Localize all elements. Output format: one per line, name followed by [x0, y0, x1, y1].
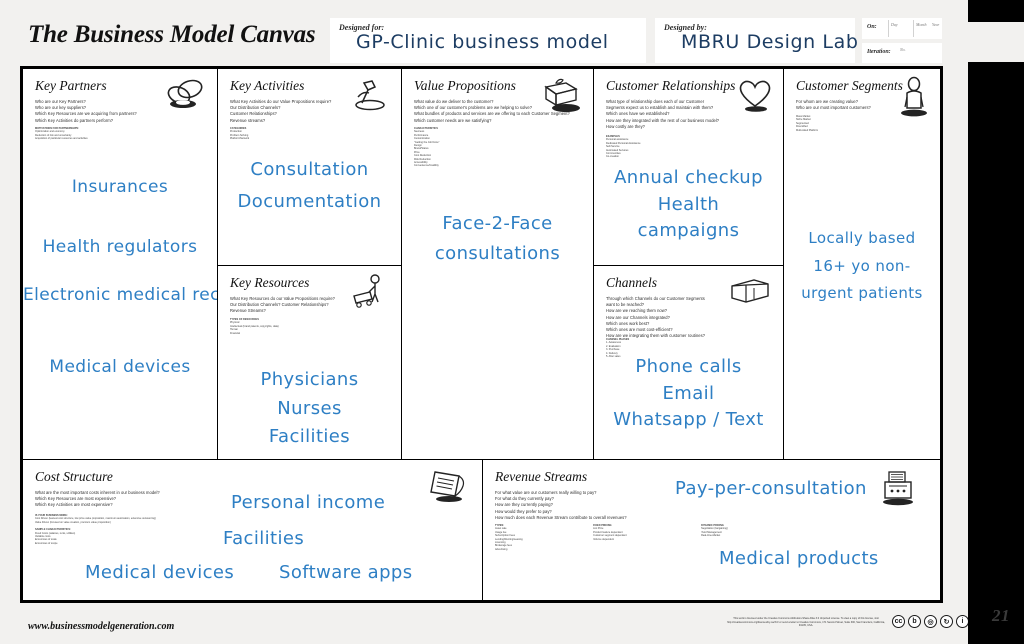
note-key-resources-1[interactable]: Physicians: [218, 369, 401, 390]
footer-url[interactable]: www.businessmodelgeneration.com: [28, 621, 174, 632]
note-channels-3[interactable]: Whatsapp / Text: [594, 409, 783, 430]
on-label: On:: [867, 24, 877, 30]
cell-value-propositions[interactable]: Value Propositions What value do we deli…: [401, 69, 593, 459]
key-activities-fine: CATEGORIES Production Problem Solving Pl…: [230, 127, 390, 141]
on-day-label: Day: [891, 22, 898, 27]
note-customer-relationships-1[interactable]: Annual checkup: [594, 167, 783, 188]
on-year-label: Year: [932, 22, 940, 27]
key-partners-fine-body: Optimization and economy Reduction of ri…: [35, 130, 88, 141]
note-cost-structure-1[interactable]: Personal income: [231, 492, 385, 513]
customer-segments-fine-body: Mass Market Niche Market Segmented Diver…: [796, 115, 819, 132]
customer-relationships-questions: What type of relationship does each of o…: [606, 99, 720, 129]
value-propositions-fine-body: Newness Performance Customization "Getti…: [414, 130, 440, 168]
note-revenue-streams-1[interactable]: Pay-per-consultation: [675, 478, 867, 499]
key-partners-questions: Who are our Key Partners? Who are our ke…: [35, 99, 137, 123]
footer-legal-text: This work is licensed under the Creative…: [727, 617, 885, 628]
cc-nc-icon: ◎: [924, 615, 937, 628]
iteration-box[interactable]: Iteration: No.: [862, 43, 942, 63]
note-cost-structure-4[interactable]: Software apps: [279, 562, 413, 583]
cell-revenue-streams[interactable]: Revenue Streams For what value are our c…: [482, 459, 940, 600]
date-on-box[interactable]: On: Day Month Year: [862, 18, 942, 39]
note-revenue-streams-2[interactable]: Medical products: [719, 548, 879, 569]
note-key-resources-3[interactable]: Facilities: [218, 426, 401, 447]
cell-key-resources[interactable]: Key Resources What Key Resources do our …: [217, 265, 401, 459]
cc-icon: cc: [892, 615, 905, 628]
note-customer-segments-3[interactable]: urgent patients: [784, 284, 940, 302]
key-resources-questions: What Key Resources do our Value Proposit…: [230, 296, 335, 314]
key-activities-title: Key Activities: [230, 78, 305, 93]
cell-customer-segments[interactable]: Customer Segments For whom are we creati…: [783, 69, 940, 459]
value-propositions-fine: CHARACTERISTICS Newness Performance Cust…: [414, 127, 584, 168]
cc-by-icon: b: [908, 615, 921, 628]
designed-for-value: GP-Clinic business model: [356, 31, 609, 53]
revenue-streams-fine-body: Asset sale Usage fee Subscription Fees L…: [495, 527, 523, 551]
value-propositions-title: Value Propositions: [414, 78, 516, 93]
creative-commons-icons: cc b ◎ ↻ i: [892, 615, 969, 628]
cell-cost-structure[interactable]: Cost Structure What are the most importa…: [23, 459, 482, 600]
customer-segments-fine: Mass Market Niche Market Segmented Diver…: [796, 115, 936, 132]
channels-questions: Through which Channels do our Customer S…: [606, 296, 706, 339]
note-value-propositions-1[interactable]: Face-2-Face: [402, 213, 593, 234]
note-channels-2[interactable]: Email: [594, 383, 783, 404]
right-band-main: 21: [968, 62, 1024, 644]
note-key-partners-3[interactable]: Electronic medical records software: [23, 285, 217, 305]
key-resources-fine-body: Physical Intellectual (brand patents, co…: [230, 321, 279, 335]
value-propositions-questions: What value do we deliver to the customer…: [414, 99, 570, 123]
iteration-label: Iteration:: [867, 49, 891, 55]
note-key-partners-4[interactable]: Medical devices: [23, 357, 217, 377]
customer-relationships-fine-body: Personal assistance Dedicated Personal A…: [606, 138, 641, 159]
revenue-streams-fine-body3: Negotiation (bargaining) Yield Managemen…: [701, 527, 728, 538]
revenue-streams-title: Revenue Streams: [495, 469, 588, 484]
key-activities-fine-body: Production Problem Solving Platform/Netw…: [230, 130, 250, 141]
key-partners-fine: MOTIVATIONS FOR PARTNERSHIPS: Optimizati…: [35, 127, 203, 141]
cell-customer-relationships[interactable]: Customer Relationships What type of rela…: [593, 69, 783, 265]
customer-relationships-fine: EXAMPLES Personal assistance Dedicated P…: [606, 135, 776, 159]
page-title: The Business Model Canvas: [28, 21, 316, 48]
cell-key-partners[interactable]: Key Partners Who are our Key Partners? W…: [23, 69, 217, 459]
cell-channels[interactable]: Channels Through which Channels do our C…: [593, 265, 783, 459]
customer-segments-questions: For whom are we creating value? Who are …: [796, 99, 871, 111]
key-resources-fine: TYPES OF RESOURCES Physical Intellectual…: [230, 318, 390, 335]
note-customer-segments-1[interactable]: Locally based: [784, 229, 940, 247]
cc-sa-icon: ↻: [940, 615, 953, 628]
note-cost-structure-3[interactable]: Medical devices: [85, 562, 234, 583]
cost-structure-fine-body: Cost Driven (leanest cost structure, low…: [35, 517, 156, 524]
note-customer-relationships-2[interactable]: Health: [594, 194, 783, 215]
note-key-partners-1[interactable]: Insurances: [23, 177, 217, 197]
note-channels-1[interactable]: Phone calls: [594, 356, 783, 377]
slide-number: 21: [992, 606, 1010, 625]
designed-by-box[interactable]: Designed by: MBRU Design Lab: [655, 18, 858, 63]
note-key-resources-2[interactable]: Nurses: [218, 398, 401, 419]
invoice-icon: [430, 471, 465, 502]
slide-canvas: The Business Model Canvas Designed for: …: [0, 0, 1024, 644]
note-cost-structure-2[interactable]: Facilities: [223, 528, 304, 549]
designed-by-value: MBRU Design Lab: [681, 31, 859, 53]
customer-segments-title: Customer Segments: [796, 78, 903, 93]
key-resources-title: Key Resources: [230, 275, 310, 290]
note-key-activities-2[interactable]: Documentation: [218, 191, 401, 212]
cost-structure-title: Cost Structure: [35, 469, 113, 484]
note-value-propositions-2[interactable]: consultations: [402, 243, 593, 264]
channels-title: Channels: [606, 275, 658, 290]
cash-register-icon: [883, 471, 913, 506]
business-model-canvas-grid: Key Partners Who are our Key Partners? W…: [20, 66, 943, 603]
right-band-top: [968, 0, 1024, 22]
revenue-streams-fine-body2: List Price Product feature dependent Cus…: [593, 527, 627, 541]
key-partners-title: Key Partners: [35, 78, 107, 93]
note-customer-relationships-3[interactable]: campaigns: [594, 220, 783, 241]
cell-key-activities[interactable]: Key Activities What Key Activities do ou…: [217, 69, 401, 265]
on-month-label: Month: [916, 22, 927, 27]
note-key-activities-1[interactable]: Consultation: [218, 159, 401, 180]
designed-for-box[interactable]: Designed for: GP-Clinic business model: [330, 18, 646, 63]
note-key-partners-2[interactable]: Health regulators: [23, 237, 217, 257]
key-activities-questions: What Key Activities do our Value Proposi…: [230, 99, 332, 123]
note-customer-segments-2[interactable]: 16+ yo non-: [784, 257, 940, 275]
customer-relationships-title: Customer Relationships: [606, 78, 736, 93]
iteration-no-label: No.: [900, 47, 906, 52]
